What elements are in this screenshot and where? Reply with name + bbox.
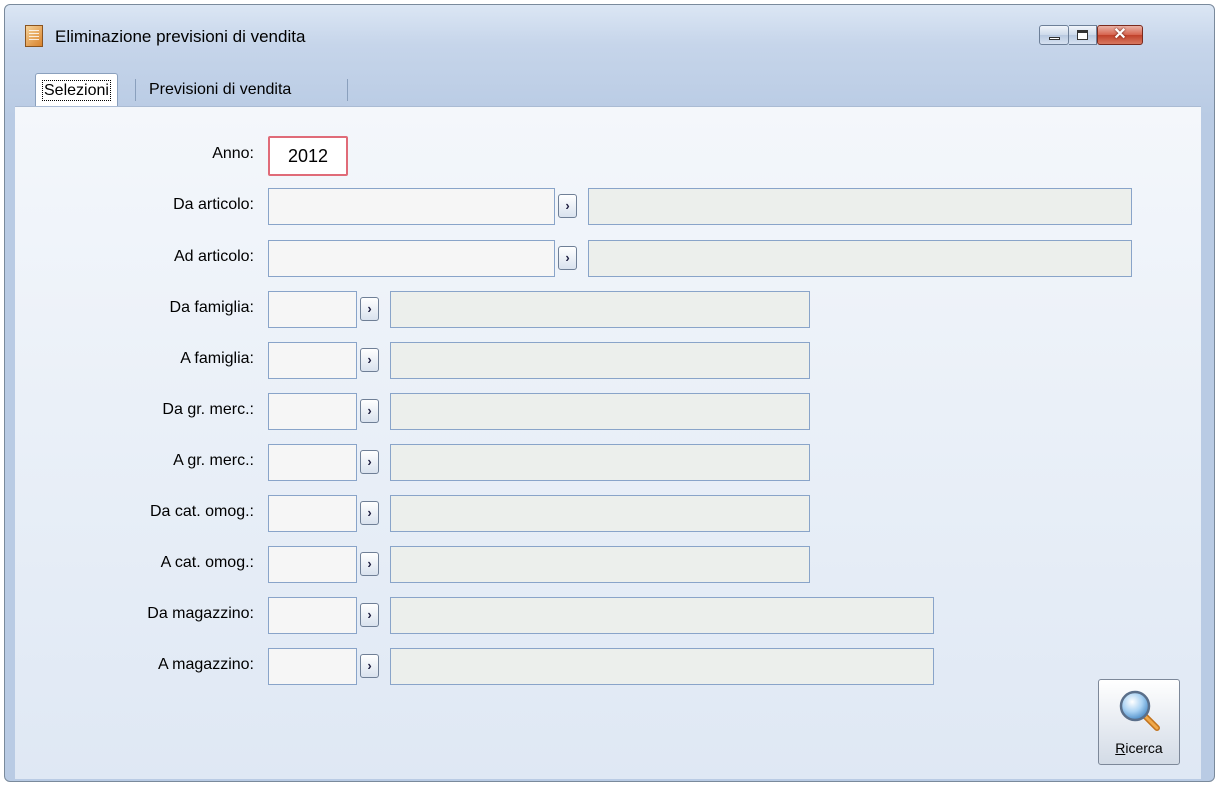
a-cat-omog-description xyxy=(390,546,810,583)
a-magazzino-input[interactable] xyxy=(268,648,357,685)
app-window: Eliminazione previsioni di vendita ✕ Sel… xyxy=(4,4,1215,782)
da-famiglia-input[interactable] xyxy=(268,291,357,328)
a-gr-merc-input[interactable] xyxy=(268,444,357,481)
maximize-icon xyxy=(1077,30,1088,40)
ricerca-button[interactable]: Ricerca xyxy=(1098,679,1180,765)
da-articolo-zoom-button[interactable]: › xyxy=(558,194,577,218)
da-gr-merc-input[interactable] xyxy=(268,393,357,430)
da-articolo-description xyxy=(588,188,1132,225)
da-cat-omog-input[interactable] xyxy=(268,495,357,532)
a-cat-omog-label: A cat. omog.: xyxy=(160,554,254,571)
a-magazzino-zoom-button[interactable]: › xyxy=(360,654,379,678)
tab-previsioni-label: Previsioni di vendita xyxy=(149,81,292,98)
ad-articolo-label: Ad articolo: xyxy=(173,248,254,265)
close-icon: ✕ xyxy=(1113,26,1127,43)
tab-separator xyxy=(135,79,136,101)
a-gr-merc-label: A gr. merc.: xyxy=(173,452,254,469)
ricerca-label: Ricerca xyxy=(1099,740,1179,756)
a-magazzino-description xyxy=(390,648,934,685)
magnifier-icon xyxy=(1119,690,1160,731)
ad-articolo-description xyxy=(588,240,1132,277)
da-magazzino-description xyxy=(390,597,934,634)
tab-strip: Selezioni Previsioni di vendita xyxy=(35,73,1205,107)
a-gr-merc-description xyxy=(390,444,810,481)
da-magazzino-label: Da magazzino: xyxy=(147,605,254,622)
da-famiglia-description xyxy=(390,291,810,328)
a-cat-omog-input[interactable] xyxy=(268,546,357,583)
tab-separator xyxy=(347,79,348,101)
selezioni-panel: Anno: 2012 Da articolo: › Ad articolo: ›… xyxy=(15,106,1201,779)
tab-previsioni-di-vendita[interactable]: Previsioni di vendita xyxy=(141,73,299,107)
window-title: Eliminazione previsioni di vendita xyxy=(55,27,306,46)
maximize-button[interactable] xyxy=(1069,25,1097,45)
da-cat-omog-zoom-button[interactable]: › xyxy=(360,501,379,525)
da-gr-merc-description xyxy=(390,393,810,430)
da-gr-merc-zoom-button[interactable]: › xyxy=(360,399,379,423)
a-famiglia-zoom-button[interactable]: › xyxy=(360,348,379,372)
tab-selezioni[interactable]: Selezioni xyxy=(35,73,118,107)
da-magazzino-zoom-button[interactable]: › xyxy=(360,603,379,627)
title-bar[interactable]: Eliminazione previsioni di vendita ✕ xyxy=(5,5,1214,65)
close-button[interactable]: ✕ xyxy=(1097,25,1143,45)
da-magazzino-input[interactable] xyxy=(268,597,357,634)
da-articolo-input[interactable] xyxy=(268,188,555,225)
da-famiglia-label: Da famiglia: xyxy=(169,299,254,316)
ricerca-label-rest: icerca xyxy=(1125,740,1163,756)
form-icon xyxy=(25,25,43,47)
da-gr-merc-label: Da gr. merc.: xyxy=(162,401,254,418)
a-famiglia-input[interactable] xyxy=(268,342,357,379)
a-gr-merc-zoom-button[interactable]: › xyxy=(360,450,379,474)
da-cat-omog-label: Da cat. omog.: xyxy=(149,503,254,520)
ad-articolo-input[interactable] xyxy=(268,240,555,277)
da-articolo-label: Da articolo: xyxy=(173,196,254,213)
a-famiglia-label: A famiglia: xyxy=(180,350,254,367)
anno-label: Anno: xyxy=(212,145,254,162)
a-magazzino-label: A magazzino: xyxy=(157,656,254,673)
minimize-icon xyxy=(1049,37,1060,40)
ad-articolo-zoom-button[interactable]: › xyxy=(558,246,577,270)
a-famiglia-description xyxy=(390,342,810,379)
da-famiglia-zoom-button[interactable]: › xyxy=(360,297,379,321)
da-cat-omog-description xyxy=(390,495,810,532)
anno-input[interactable]: 2012 xyxy=(268,136,348,176)
tab-selezioni-label: Selezioni xyxy=(42,80,111,101)
a-cat-omog-zoom-button[interactable]: › xyxy=(360,552,379,576)
minimize-button[interactable] xyxy=(1039,25,1069,45)
ricerca-mnemonic: R xyxy=(1115,740,1126,756)
